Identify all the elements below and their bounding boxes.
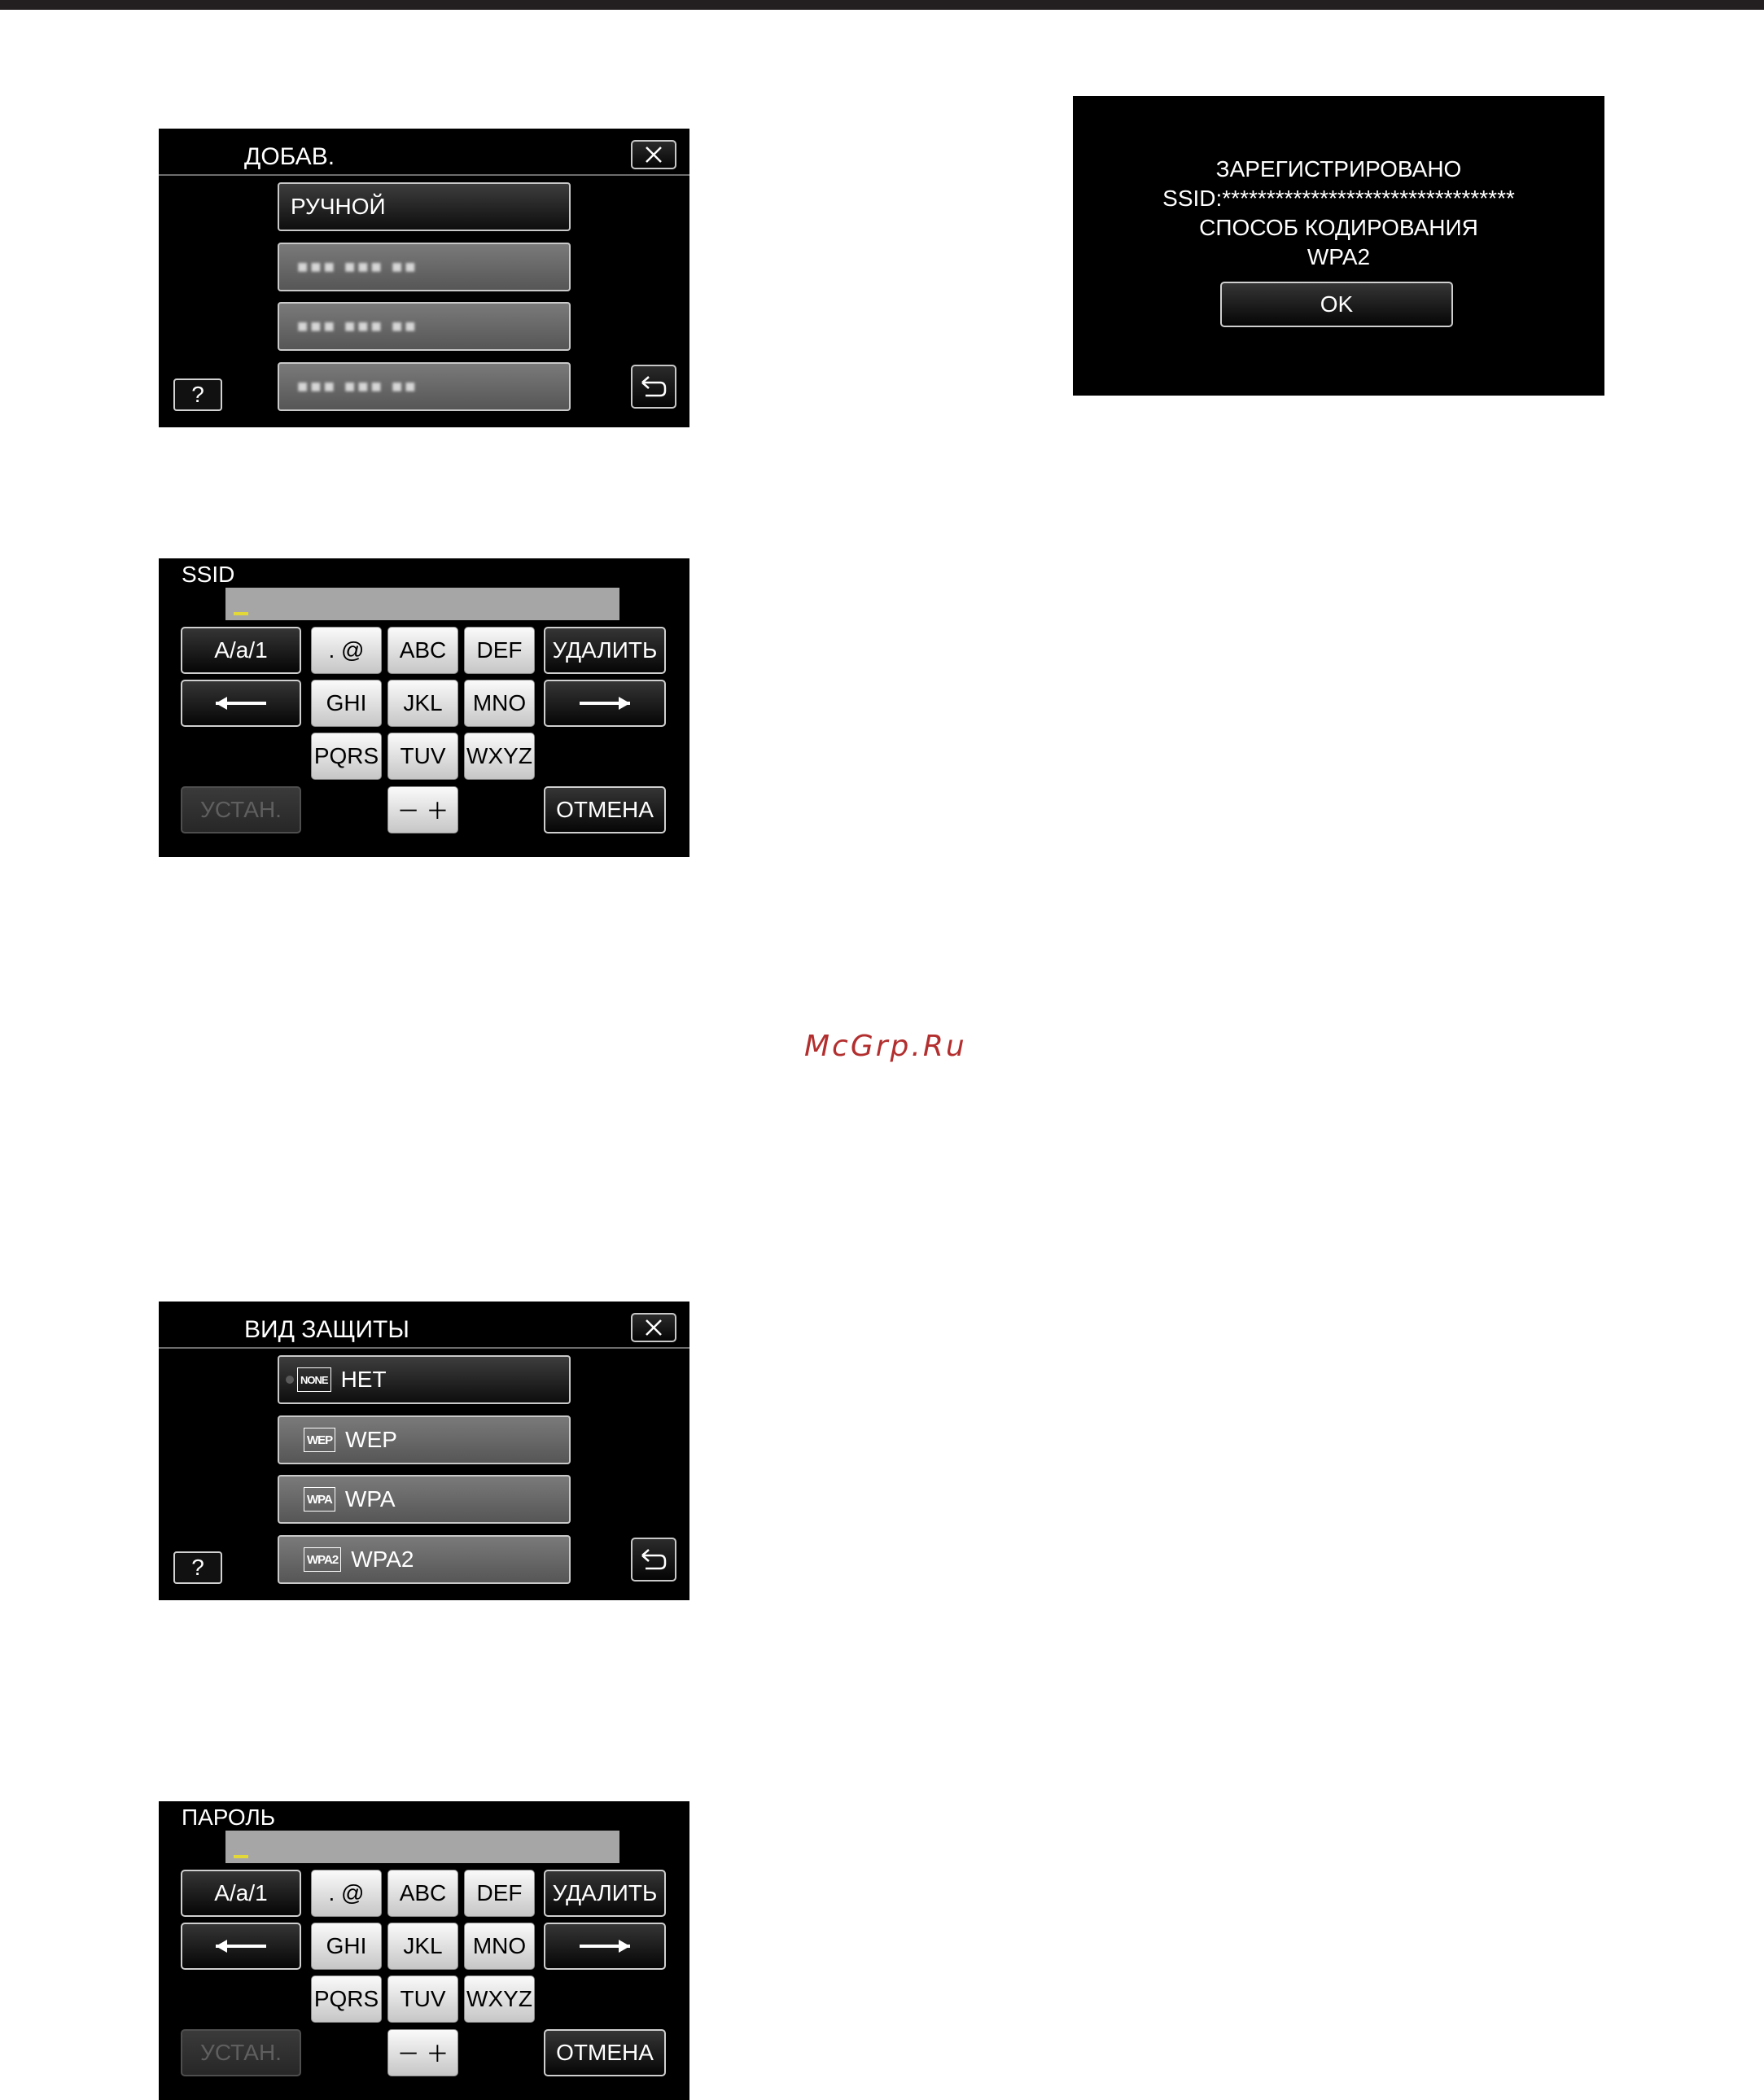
help-label: ?: [191, 1555, 204, 1580]
key-tuv[interactable]: TUV: [387, 1975, 458, 2023]
key-dot-at[interactable]: . @: [311, 1870, 382, 1917]
set-key[interactable]: УСТАН.: [181, 2029, 301, 2076]
security-option-wpa[interactable]: WPA WPA: [278, 1475, 571, 1524]
key-jkl[interactable]: JKL: [387, 680, 458, 727]
mode-key[interactable]: A/a/1: [181, 627, 301, 674]
encryption-method-label: СПОСОБ КОДИРОВАНИЯ: [1199, 215, 1478, 240]
security-option-wep[interactable]: WEP WEP: [278, 1415, 571, 1464]
delete-key[interactable]: УДАЛИТЬ: [544, 627, 666, 674]
network-item[interactable]: ■■■ ■■■ ■■: [278, 362, 571, 411]
selected-dot-icon: [286, 1376, 294, 1384]
page-top-bar: [0, 0, 1764, 10]
help-button[interactable]: ?: [173, 378, 222, 411]
network-item[interactable]: ■■■ ■■■ ■■: [278, 302, 571, 351]
network-name-blurred: ■■■ ■■■ ■■: [297, 316, 418, 336]
screen-title: ПАРОЛЬ: [182, 1805, 276, 1830]
network-name-blurred: ■■■ ■■■ ■■: [297, 376, 418, 396]
ssid-entry-screen: SSID A/a/1 . @ ABC DEF УДАЛИТЬ GHI JKL M…: [159, 558, 689, 857]
option-label: WEP: [345, 1427, 397, 1452]
key-def[interactable]: DEF: [464, 1870, 535, 1917]
security-type-screen: ВИД ЗАЩИТЫ NONE НЕТ WEP WEP WPA WPA WPA2…: [159, 1302, 689, 1600]
watermark: McGrp.Ru: [804, 1030, 967, 1063]
screen-title: ВИД ЗАЩИТЫ: [244, 1316, 409, 1343]
ssid-input[interactable]: [225, 588, 619, 620]
wpa2-badge-icon: WPA2: [304, 1547, 342, 1572]
none-badge-icon: NONE: [297, 1367, 331, 1392]
help-label: ?: [191, 382, 204, 407]
key-ghi[interactable]: GHI: [311, 1923, 382, 1970]
password-input[interactable]: [225, 1831, 619, 1863]
arrow-right-icon: [580, 1940, 630, 1953]
cursor-left-key[interactable]: [181, 1923, 301, 1970]
key-abc[interactable]: ABC: [387, 1870, 458, 1917]
key-mno[interactable]: MNO: [464, 680, 535, 727]
text-cursor: [234, 1855, 248, 1858]
cursor-left-key[interactable]: [181, 680, 301, 727]
key-wxyz[interactable]: WXYZ: [464, 733, 535, 780]
key-def[interactable]: DEF: [464, 627, 535, 674]
arrow-left-icon: [216, 697, 266, 710]
option-label: НЕТ: [340, 1367, 387, 1392]
registered-screen: ЗАРЕГИСТРИРОВАНО SSID:******************…: [1073, 96, 1604, 396]
cursor-right-key[interactable]: [544, 1923, 666, 1970]
title-divider: [159, 174, 689, 176]
ok-button[interactable]: OK: [1220, 282, 1453, 327]
security-option-wpa2[interactable]: WPA2 WPA2: [278, 1535, 571, 1584]
key-jkl[interactable]: JKL: [387, 1923, 458, 1970]
text-cursor: [234, 612, 248, 615]
key-abc[interactable]: ABC: [387, 627, 458, 674]
arrow-left-icon: [216, 1940, 266, 1953]
close-button[interactable]: [631, 1313, 676, 1342]
network-name-blurred: ■■■ ■■■ ■■: [297, 256, 418, 277]
key-mno[interactable]: MNO: [464, 1923, 535, 1970]
arrow-right-icon: [580, 697, 630, 710]
registered-message: ЗАРЕГИСТРИРОВАНО: [1215, 156, 1462, 182]
close-icon: [646, 1319, 662, 1336]
screen-title: ДОБАВ.: [244, 143, 335, 170]
close-button[interactable]: [631, 140, 676, 169]
key-wxyz[interactable]: WXYZ: [464, 1975, 535, 2023]
key-minus-plus[interactable]: － ＋: [387, 786, 458, 833]
cancel-key[interactable]: ОТМЕНА: [544, 2029, 666, 2076]
back-arrow-icon: [641, 1549, 667, 1570]
option-label: WPA: [344, 1486, 396, 1512]
wpa-badge-icon: WPA: [304, 1487, 335, 1512]
mode-key[interactable]: A/a/1: [181, 1870, 301, 1917]
title-divider: [159, 1347, 689, 1349]
wep-badge-icon: WEP: [304, 1428, 336, 1452]
set-key[interactable]: УСТАН.: [181, 786, 301, 833]
ssid-line: SSID:*********************************: [1162, 186, 1515, 211]
screen-title: SSID: [182, 562, 235, 587]
back-button[interactable]: [631, 1538, 676, 1582]
key-pqrs[interactable]: PQRS: [311, 1975, 382, 2023]
manual-label: РУЧНОЙ: [291, 194, 386, 219]
key-pqrs[interactable]: PQRS: [311, 733, 382, 780]
key-tuv[interactable]: TUV: [387, 733, 458, 780]
manual-button[interactable]: РУЧНОЙ: [278, 182, 571, 231]
help-button[interactable]: ?: [173, 1551, 222, 1584]
cancel-key[interactable]: ОТМЕНА: [544, 786, 666, 833]
key-ghi[interactable]: GHI: [311, 680, 382, 727]
security-option-none[interactable]: NONE НЕТ: [278, 1355, 571, 1404]
back-button[interactable]: [631, 365, 676, 409]
back-arrow-icon: [641, 376, 667, 397]
password-entry-screen: ПАРОЛЬ A/a/1 . @ ABC DEF УДАЛИТЬ GHI JKL…: [159, 1801, 689, 2100]
network-item[interactable]: ■■■ ■■■ ■■: [278, 243, 571, 291]
key-minus-plus[interactable]: － ＋: [387, 2029, 458, 2076]
encryption-method-value: WPA2: [1307, 244, 1371, 269]
option-label: WPA2: [351, 1547, 414, 1572]
cursor-right-key[interactable]: [544, 680, 666, 727]
add-network-screen: ДОБАВ. РУЧНОЙ ■■■ ■■■ ■■ ■■■ ■■■ ■■ ■■■ …: [159, 129, 689, 427]
key-dot-at[interactable]: . @: [311, 627, 382, 674]
delete-key[interactable]: УДАЛИТЬ: [544, 1870, 666, 1917]
close-icon: [646, 147, 662, 163]
